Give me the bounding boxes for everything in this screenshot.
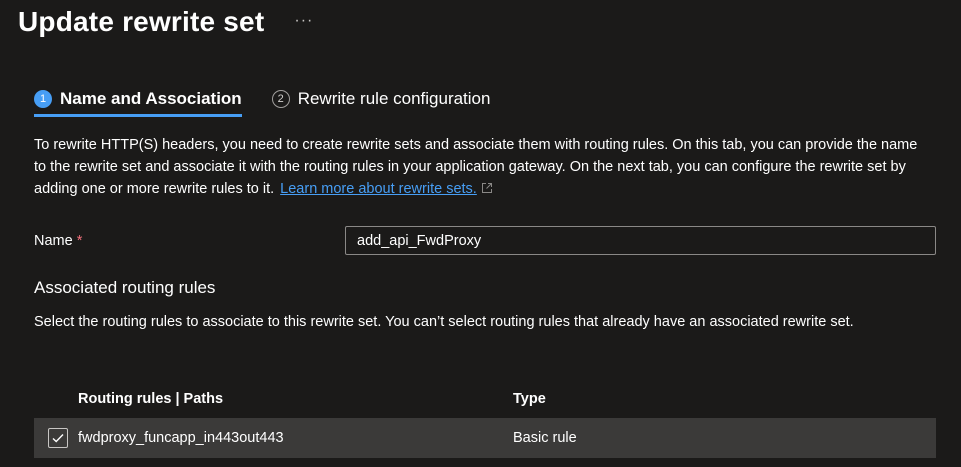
name-label-text: Name [34, 233, 73, 249]
name-input[interactable] [345, 226, 936, 255]
row-checkbox-cell [34, 428, 78, 448]
required-indicator: * [76, 233, 83, 249]
column-header-type[interactable]: Type [513, 391, 936, 407]
checkmark-icon [52, 434, 64, 443]
routing-rule-type: Basic rule [513, 430, 577, 446]
routing-rule-name: fwdproxy_funcapp_in443out443 [78, 430, 284, 446]
wizard-tabs: 1 Name and Association 2 Rewrite rule co… [34, 84, 491, 117]
column-header-routing-rules[interactable]: Routing rules | Paths [34, 391, 513, 407]
step-1-indicator: 1 [34, 90, 52, 108]
tab-rewrite-rule-configuration[interactable]: 2 Rewrite rule configuration [271, 84, 491, 114]
panel-header: Update rewrite set ··· [18, 6, 313, 38]
more-options-button[interactable]: ··· [294, 12, 313, 30]
update-rewrite-set-panel: Update rewrite set ··· 1 Name and Associ… [0, 0, 961, 467]
table-header: Routing rules | Paths Type [34, 380, 936, 418]
routing-rules-table: Routing rules | Paths Type fwdproxy_func… [34, 380, 936, 458]
row-checkbox[interactable] [48, 428, 68, 448]
table-row[interactable]: fwdproxy_funcapp_in443out443 Basic rule [34, 418, 936, 458]
page-title: Update rewrite set [18, 6, 265, 37]
step-2-indicator: 2 [271, 90, 290, 108]
external-link-icon [481, 179, 493, 201]
tab-name-and-association[interactable]: 1 Name and Association [34, 84, 242, 117]
tab-label: Name and Association [60, 89, 242, 108]
associated-routing-rules-description: Select the routing rules to associate to… [34, 314, 854, 330]
associated-routing-rules-heading: Associated routing rules [34, 278, 216, 297]
name-field-label: Name * [34, 233, 82, 249]
learn-more-link[interactable]: Learn more about rewrite sets. [280, 181, 477, 197]
tab-label: Rewrite rule configuration [297, 89, 491, 108]
tab-description: To rewrite HTTP(S) headers, you need to … [34, 134, 924, 201]
